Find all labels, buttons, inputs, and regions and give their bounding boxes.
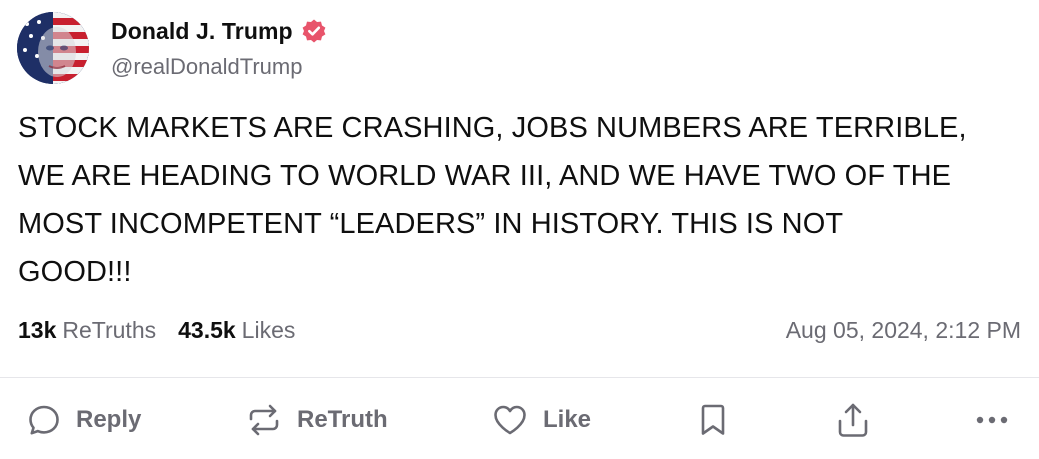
retruth-label: ReTruth: [297, 406, 388, 433]
like-icon: [494, 405, 526, 435]
post-timestamp[interactable]: Aug 05, 2024, 2:12 PM: [786, 312, 1021, 348]
more-icon: [976, 416, 1008, 424]
avatar[interactable]: [17, 12, 89, 84]
more-button[interactable]: [972, 392, 1012, 448]
post-text: STOCK MARKETS ARE CRASHING, JOBS NUMBERS…: [18, 112, 967, 288]
reply-label: Reply: [76, 406, 142, 433]
action-bar: Reply ReTruth Like: [0, 392, 1039, 448]
likes-count[interactable]: 43.5k: [178, 317, 236, 344]
author-display-name[interactable]: Donald J. Trump: [111, 18, 293, 45]
bookmark-icon: [701, 404, 725, 435]
divider: [0, 377, 1039, 378]
share-button[interactable]: [835, 392, 871, 448]
reply-icon: [29, 405, 59, 435]
post-stats: 13k ReTruths 43.5k Likes: [18, 312, 295, 348]
retruths-count[interactable]: 13k: [18, 317, 56, 344]
retruth-icon: [249, 404, 279, 436]
author-name-row: Donald J. Trump: [111, 14, 327, 48]
post-card: Donald J. Trump @realDonaldTrump STOCK M…: [0, 0, 1039, 459]
like-label: Like: [543, 406, 592, 433]
share-icon: [838, 403, 868, 437]
retruths-label[interactable]: ReTruths: [62, 317, 156, 344]
reply-button[interactable]: Reply: [26, 392, 141, 448]
verified-badge-icon: [301, 18, 327, 44]
author-handle[interactable]: @realDonaldTrump: [111, 54, 302, 80]
retruth-button[interactable]: ReTruth: [245, 392, 388, 448]
likes-label[interactable]: Likes: [242, 317, 296, 344]
avatar-image: [17, 12, 89, 84]
like-button[interactable]: Like: [491, 392, 591, 448]
bookmark-button[interactable]: [696, 392, 730, 448]
